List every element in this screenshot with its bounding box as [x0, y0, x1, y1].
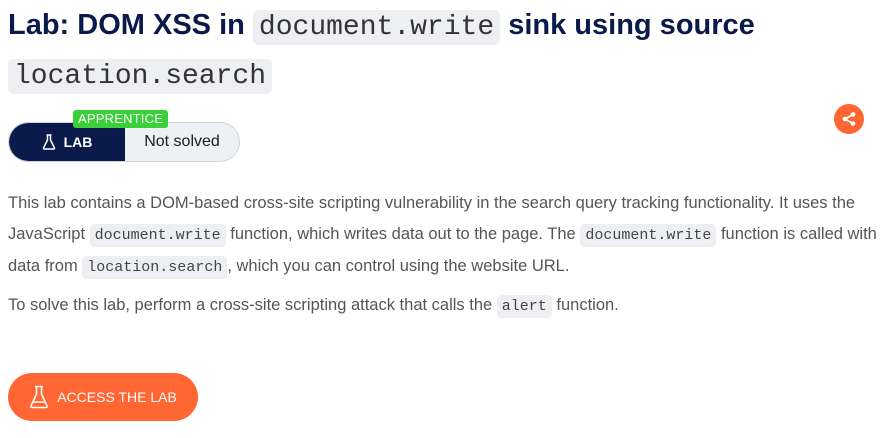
access-lab-button[interactable]: ACCESS THE LAB — [8, 373, 198, 421]
share-icon — [842, 112, 856, 126]
level-badge: APPRENTICE — [73, 110, 169, 128]
description-text: To solve this lab, perform a cross-site … — [8, 295, 497, 314]
access-lab-label: ACCESS THE LAB — [57, 389, 177, 405]
description-text: function, which writes data out to the p… — [225, 224, 581, 243]
inline-code: alert — [496, 294, 552, 318]
lab-label: LAB — [63, 134, 93, 150]
inline-code: document.write — [580, 223, 717, 247]
title-text: Lab: DOM XSS in — [8, 9, 253, 41]
title-text: sink using source — [500, 9, 755, 41]
page-title: Lab: DOM XSS in document.write sink usin… — [8, 2, 868, 100]
share-button[interactable] — [834, 104, 864, 134]
lab-description: This lab contains a DOM-based cross-site… — [8, 188, 878, 328]
title-code-document-write: document.write — [252, 10, 501, 45]
flask-icon — [42, 134, 55, 150]
inline-code: document.write — [89, 223, 226, 247]
flask-icon — [30, 385, 49, 409]
solve-instructions: To solve this lab, perform a cross-site … — [8, 290, 878, 323]
inline-code: location.search — [82, 256, 228, 279]
solved-status: Not solved — [144, 133, 220, 150]
description-paragraph: This lab contains a DOM-based cross-site… — [8, 188, 878, 284]
description-text: , which you can control using the websit… — [227, 257, 570, 275]
description-text: function. — [551, 295, 619, 314]
lab-status-widget: LAB Not solved — [8, 122, 240, 162]
title-code-location-search: location.search — [8, 59, 273, 94]
lab-tag: LAB — [9, 123, 125, 161]
